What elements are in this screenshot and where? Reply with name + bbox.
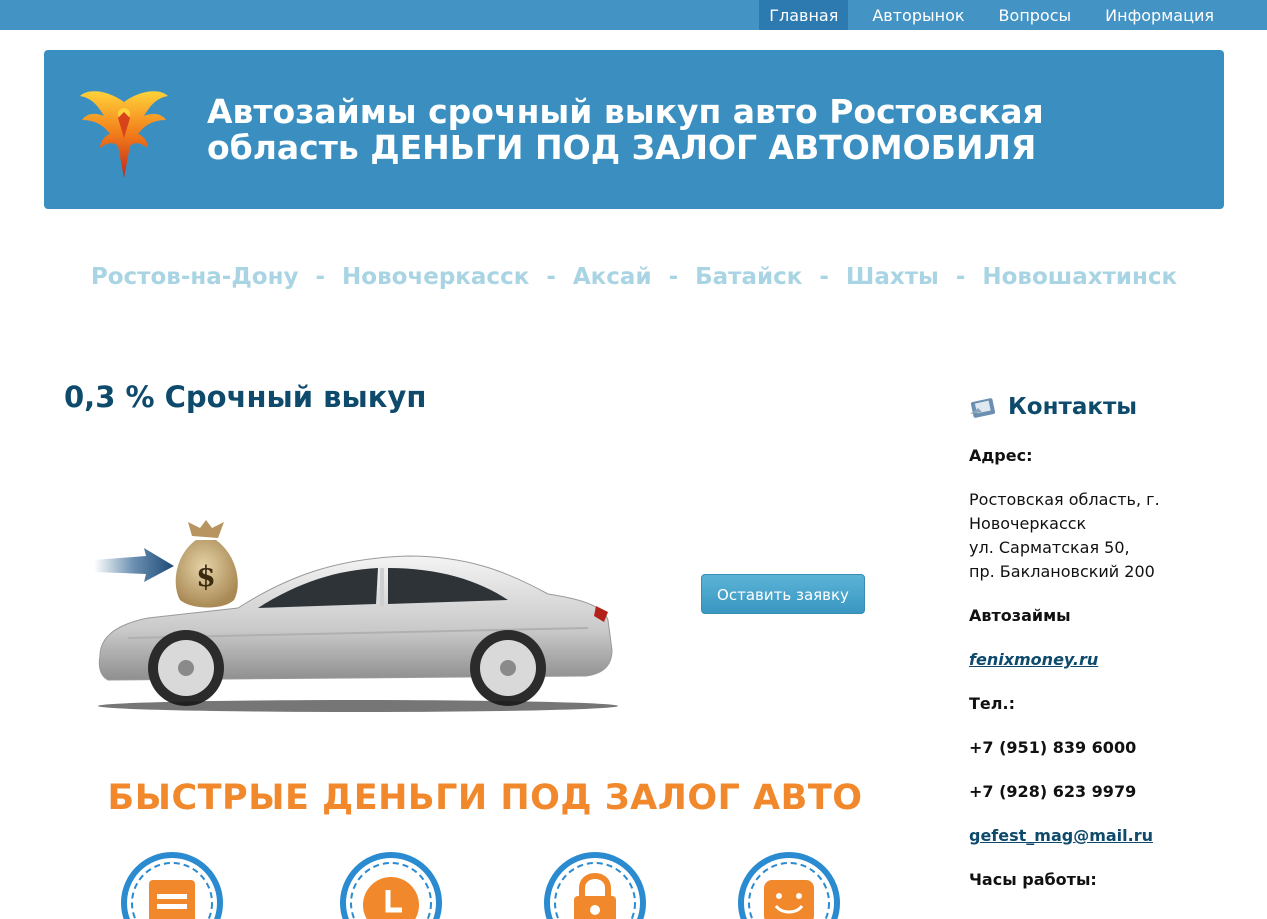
nav-item-car-market[interactable]: Авторынок [862, 0, 974, 30]
nav-item-home[interactable]: Главная [759, 0, 849, 30]
top-nav: Главная Авторынок Вопросы Информация [759, 0, 1224, 30]
address-line: Ростовская область, г. [969, 490, 1160, 509]
address-label: Адрес: [969, 446, 1033, 465]
loans-site-link[interactable]: fenixmoney.ru [969, 650, 1098, 669]
section-title: 0,3 % Срочный выкуп [64, 380, 427, 414]
address-block: Ростовская область, г. Новочеркасск ул. … [969, 488, 1229, 584]
nav-item-information[interactable]: Информация [1095, 0, 1224, 30]
city-separator: - [315, 264, 326, 290]
address-line: Новочеркасск [969, 514, 1087, 533]
city-rostov[interactable]: Ростов-на-Дону [91, 264, 299, 290]
city-shakhty[interactable]: Шахты [846, 264, 939, 290]
city-separator: - [546, 264, 556, 290]
city-novoshakhtinsk[interactable]: Новошахтинск [982, 264, 1177, 290]
city-separator: - [668, 264, 679, 290]
city-separator: - [819, 264, 829, 290]
site-title: Автозаймы срочный выкуп авто Ростовская … [207, 94, 1107, 166]
site-title-line2: область ДЕНЬГИ ПОД ЗАЛОГ АВТОМОБИЛЯ [207, 128, 1037, 167]
phone-book-icon [970, 398, 996, 418]
svg-text:$: $ [196, 560, 215, 593]
contacts-header: Контакты [968, 394, 1137, 420]
city-bataysk[interactable]: Батайск [695, 264, 802, 290]
loans-label: Автозаймы [969, 606, 1071, 625]
promo-heading: БЫСТРЫЕ ДЕНЬГИ ПОД ЗАЛОГ АВТО [107, 778, 863, 818]
clock-icon [340, 852, 442, 919]
phone-number-1[interactable]: +7 (951) 839 6000 [969, 736, 1229, 760]
phone-number-2[interactable]: +7 (928) 623 9979 [969, 780, 1229, 804]
top-nav-bar: Главная Авторынок Вопросы Информация [0, 0, 1267, 30]
nav-item-questions[interactable]: Вопросы [989, 0, 1082, 30]
document-icon [121, 852, 223, 919]
header-banner: Автозаймы срочный выкуп авто Ростовская … [44, 50, 1224, 209]
site-title-line1: Автозаймы срочный выкуп авто Ростовская [207, 92, 1044, 131]
contacts-title: Контакты [1008, 394, 1138, 420]
city-aksay[interactable]: Аксай [573, 264, 652, 290]
city-separator: - [955, 264, 966, 290]
phoenix-logo[interactable] [78, 82, 170, 180]
car-money-illustration: $ [94, 520, 618, 712]
hours-label: Часы работы: [969, 870, 1097, 889]
apply-button[interactable]: Оставить заявку [701, 574, 865, 614]
city-list: Ростов-на-Дону - Новочеркасск - Аксай - Батайс… [44, 264, 1224, 290]
smile-icon [738, 852, 840, 919]
address-line: пр. Баклановский 200 [969, 562, 1155, 581]
lock-icon [544, 852, 646, 919]
phone-label: Тел.: [969, 694, 1015, 713]
city-novocherkassk[interactable]: Новочеркасск [342, 264, 529, 290]
email-link[interactable]: gefest_mag@mail.ru [969, 826, 1153, 845]
address-line: ул. Сарматская 50, [969, 538, 1130, 557]
